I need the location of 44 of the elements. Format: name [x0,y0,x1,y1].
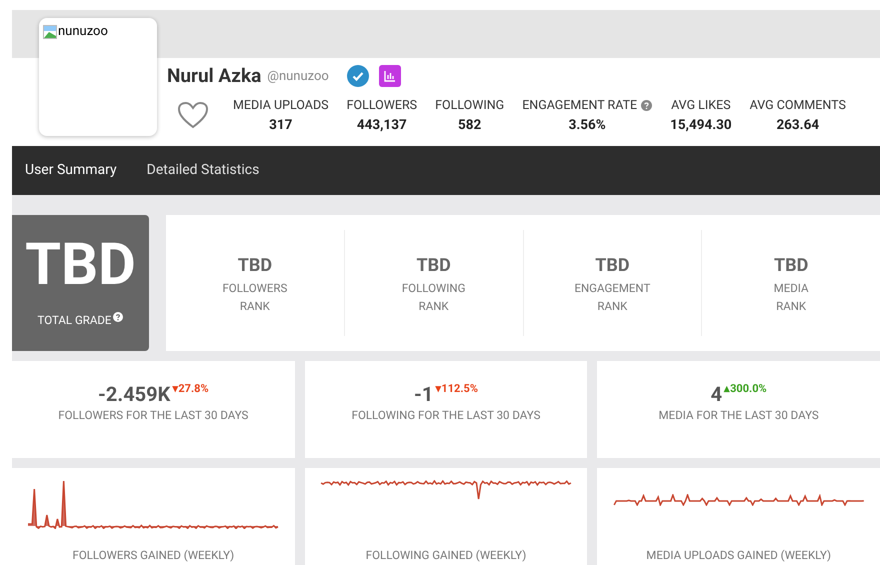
summary-label: FOLLOWERS FOR THE LAST 30 DAYS [58,407,248,424]
heart-icon[interactable] [177,100,209,128]
rank-value: TBD [595,254,630,278]
stat-value: 317 [269,116,292,136]
stat-value: 263.64 [776,116,820,136]
stat-value: 15,494.30 [670,116,732,136]
grade-label: TOTAL GRADE [38,312,112,330]
profile-handle: @nunuzoo [267,68,329,86]
stat-value: 443,137 [356,116,407,136]
rank-label: ENGAGEMENT RANK [574,280,650,314]
stat-value: 582 [458,116,482,136]
broken-image-icon [43,24,57,39]
rank-value: TBD [238,254,272,278]
summary-change: ▾112.5% [435,381,478,397]
summary-label: MEDIA FOR THE LAST 30 DAYS [658,407,819,424]
summary-value: -1 [414,381,434,407]
grade-value: TBD [25,236,136,294]
stat-label: AVG COMMENTS [750,96,846,114]
stat-label: FOLLOWERS [346,96,418,114]
rank-label: MEDIA RANK [774,280,809,314]
rank-label: FOLLOWERS RANK [222,280,288,314]
summary-change: ▾27.8% [172,381,209,397]
bar-chart-icon[interactable] [378,65,401,88]
graph-label: FOLLOWING GAINED (WEEKLY) [366,546,526,564]
avatar-alt-text: nunuzoo [58,23,108,41]
summary-change: ▴300.0% [724,381,767,397]
rank-value: TBD [416,254,451,278]
summary-label: FOLLOWING FOR THE LAST 30 DAYS [352,407,540,424]
nav-tab[interactable]: User Summary [13,146,129,195]
help-icon[interactable] [113,312,124,322]
profile-name: Nurul Azka [167,63,262,89]
graph-label: FOLLOWERS GAINED (WEEKLY) [72,546,234,564]
summary-value: 4 [710,381,722,407]
rank-value: TBD [774,254,808,278]
stat-label: MEDIA UPLOADS [233,96,329,114]
rank-label: FOLLOWING RANK [402,280,466,314]
stat-value: 3.56% [568,116,606,136]
summary-value: -2.459K [98,381,170,407]
help-icon[interactable] [641,100,652,112]
stat-label: AVG LIKES [671,96,731,114]
stat-label: FOLLOWING [435,96,504,114]
nav-tab[interactable]: Detailed Statistics [134,146,272,195]
stat-label: ENGAGEMENT RATE [522,96,638,114]
graph-label: MEDIA UPLOADS GAINED (WEEKLY) [646,546,832,564]
